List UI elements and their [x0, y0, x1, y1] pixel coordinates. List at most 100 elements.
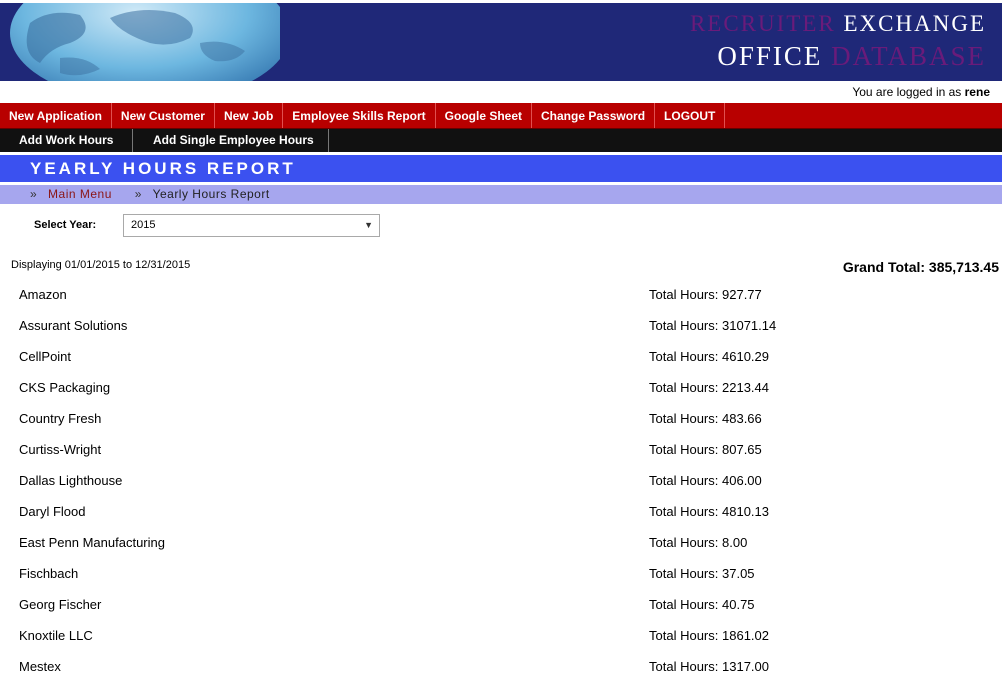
menu-item-new-job[interactable]: New Job: [215, 103, 284, 128]
total-hours-value: 31071.14: [722, 318, 777, 333]
brand-recruiter: RECRUITER: [689, 11, 836, 36]
total-hours-label: Total Hours:: [649, 349, 719, 364]
breadcrumb: » Main Menu » Yearly Hours Report: [0, 185, 1002, 204]
list-item: Mestex Total Hours: 1317.00: [0, 650, 1002, 675]
menu-item-new-application[interactable]: New Application: [0, 103, 112, 128]
menu-item-add-work-hours[interactable]: Add Work Hours: [0, 129, 133, 152]
list-item: Fischbach Total Hours: 37.05: [0, 557, 1002, 588]
total-hours: Total Hours: 1317.00: [649, 659, 769, 674]
year-select-value: 2015: [131, 219, 156, 231]
customer-name: Dallas Lighthouse: [19, 473, 123, 488]
total-hours-label: Total Hours:: [649, 318, 719, 333]
grand-total: Grand Total: 385,713.45: [843, 259, 999, 275]
breadcrumb-main-menu-link[interactable]: Main Menu: [48, 187, 112, 201]
total-hours-label: Total Hours:: [649, 566, 719, 581]
list-item: Amazon Total Hours: 927.77: [0, 278, 1002, 309]
customer-name: Mestex: [19, 659, 61, 674]
list-item: CKS Packaging Total Hours: 2213.44: [0, 371, 1002, 402]
list-item: Georg Fischer Total Hours: 40.75: [0, 588, 1002, 619]
brand-office: OFFICE: [717, 41, 823, 71]
total-hours: Total Hours: 1861.02: [649, 628, 769, 643]
year-select[interactable]: 2015 ▼: [123, 214, 380, 237]
customer-name: Daryl Flood: [19, 504, 86, 519]
total-hours: Total Hours: 40.75: [649, 597, 755, 612]
customer-name: Curtiss-Wright: [19, 442, 102, 457]
total-hours: Total Hours: 483.66: [649, 411, 762, 426]
total-hours-value: 2213.44: [722, 380, 769, 395]
page-title: YEARLY HOURS REPORT: [0, 155, 1002, 182]
header-banner: RECRUITER EXCHANGE OFFICE DATABASE: [0, 3, 1002, 81]
menu-item-logout[interactable]: LOGOUT: [655, 103, 726, 128]
login-status-text: You are logged in as: [852, 85, 962, 99]
total-hours: Total Hours: 31071.14: [649, 318, 776, 333]
customer-name: Assurant Solutions: [19, 318, 128, 333]
total-hours-label: Total Hours:: [649, 659, 719, 674]
total-hours: Total Hours: 37.05: [649, 566, 755, 581]
total-hours-label: Total Hours:: [649, 628, 719, 643]
menu-item-google-sheet[interactable]: Google Sheet: [436, 103, 533, 128]
total-hours: Total Hours: 4810.13: [649, 504, 769, 519]
grand-total-value: 385,713.45: [928, 259, 999, 275]
list-item: East Penn Manufacturing Total Hours: 8.00: [0, 526, 1002, 557]
total-hours-value: 40.75: [722, 597, 755, 612]
customer-hours-list: Amazon Total Hours: 927.77 Assurant Solut…: [0, 278, 1002, 675]
customer-name: Amazon: [19, 287, 67, 302]
customer-name: Knoxtile LLC: [19, 628, 93, 643]
menu-item-change-password[interactable]: Change Password: [532, 103, 656, 128]
breadcrumb-separator: »: [134, 187, 142, 201]
list-item: Assurant Solutions Total Hours: 31071.14: [0, 309, 1002, 340]
customer-name: CellPoint: [19, 349, 72, 364]
globe-logo-image: [0, 3, 280, 81]
total-hours-value: 807.65: [722, 442, 762, 457]
list-item: Curtiss-Wright Total Hours: 807.65: [0, 433, 1002, 464]
brand-logo: RECRUITER EXCHANGE OFFICE DATABASE: [690, 9, 986, 73]
total-hours-value: 927.77: [722, 287, 762, 302]
year-select-label: Select Year:: [34, 219, 97, 231]
list-item: CellPoint Total Hours: 4610.29: [0, 340, 1002, 371]
total-hours: Total Hours: 4610.29: [649, 349, 769, 364]
total-hours: Total Hours: 8.00: [649, 535, 747, 550]
total-hours-label: Total Hours:: [649, 411, 719, 426]
total-hours-label: Total Hours:: [649, 380, 719, 395]
total-hours-label: Total Hours:: [649, 287, 719, 302]
login-status: You are logged in as rene: [0, 83, 1002, 102]
total-hours-value: 483.66: [722, 411, 762, 426]
breadcrumb-current: Yearly Hours Report: [152, 187, 270, 201]
list-item: Country Fresh Total Hours: 483.66: [0, 402, 1002, 433]
total-hours: Total Hours: 807.65: [649, 442, 762, 457]
total-hours-value: 1317.00: [722, 659, 769, 674]
total-hours-label: Total Hours:: [649, 597, 719, 612]
total-hours-value: 4610.29: [722, 349, 769, 364]
customer-name: Country Fresh: [19, 411, 102, 426]
menu-item-employee-skills-report[interactable]: Employee Skills Report: [283, 103, 436, 128]
customer-name: Georg Fischer: [19, 597, 102, 612]
total-hours-value: 8.00: [722, 535, 748, 550]
list-item: Knoxtile LLC Total Hours: 1861.02: [0, 619, 1002, 650]
total-hours-label: Total Hours:: [649, 535, 719, 550]
total-hours: Total Hours: 927.77: [649, 287, 762, 302]
brand-database: DATABASE: [831, 41, 986, 71]
page: RECRUITER EXCHANGE OFFICE DATABASE You a…: [0, 0, 1002, 675]
total-hours: Total Hours: 2213.44: [649, 380, 769, 395]
total-hours-label: Total Hours:: [649, 473, 719, 488]
primary-menu: New Application New Customer New Job Emp…: [0, 103, 1002, 129]
total-hours-label: Total Hours:: [649, 442, 719, 457]
total-hours-value: 4810.13: [722, 504, 769, 519]
menu-item-new-customer[interactable]: New Customer: [112, 103, 215, 128]
customer-name: East Penn Manufacturing: [19, 535, 165, 550]
total-hours-label: Total Hours:: [649, 504, 719, 519]
total-hours-value: 37.05: [722, 566, 755, 581]
brand-exchange: EXCHANGE: [843, 11, 986, 36]
grand-total-label: Grand Total:: [842, 259, 926, 275]
dropdown-arrow-icon: ▼: [364, 220, 373, 230]
list-item: Dallas Lighthouse Total Hours: 406.00: [0, 464, 1002, 495]
secondary-menu: Add Work Hours Add Single Employee Hours: [0, 129, 1002, 152]
display-range: Displaying 01/01/2015 to 12/31/2015: [11, 259, 191, 271]
customer-name: CKS Packaging: [19, 380, 111, 395]
breadcrumb-separator: »: [30, 187, 38, 201]
total-hours: Total Hours: 406.00: [649, 473, 762, 488]
customer-name: Fischbach: [19, 566, 79, 581]
menu-item-add-single-employee-hours[interactable]: Add Single Employee Hours: [133, 129, 329, 152]
total-hours-value: 1861.02: [722, 628, 769, 643]
total-hours-value: 406.00: [722, 473, 762, 488]
